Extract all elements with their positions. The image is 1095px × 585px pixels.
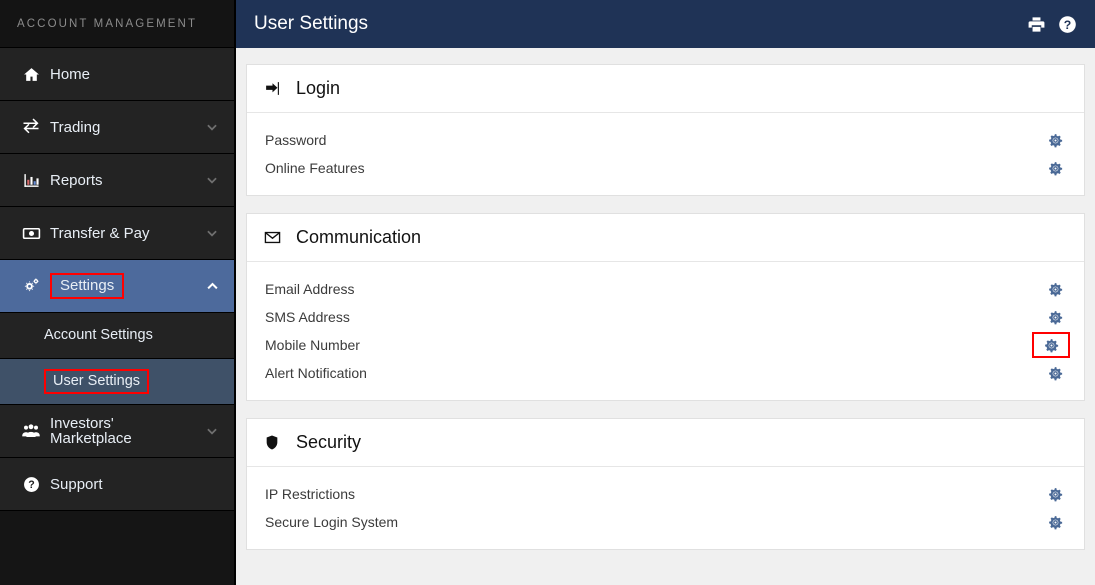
row-label: Online Features	[265, 160, 365, 176]
svg-text:?: ?	[28, 479, 34, 491]
card-title: Security	[296, 432, 362, 452]
sidebar-item-label: Investors' Marketplace	[50, 415, 132, 447]
sidebar-item-investors-marketplace[interactable]: Investors' Marketplace	[0, 405, 234, 458]
sidebar-item-transfer-and-pay[interactable]: Transfer & Pay	[0, 207, 234, 260]
row-label: SMS Address	[265, 309, 350, 325]
exchange-icon	[12, 118, 50, 136]
gear-icon[interactable]	[1040, 487, 1070, 502]
sidebar-item-reports[interactable]: Reports	[0, 154, 234, 207]
sidebar: ACCOUNT MANAGEMENT Home Trading Reports	[0, 0, 236, 585]
banknote-icon	[12, 224, 50, 243]
sidebar-subitem-label: Account Settings	[44, 327, 153, 344]
gear-icon[interactable]	[1040, 133, 1070, 148]
chevron-down-icon[interactable]	[190, 173, 234, 187]
settings-row: Mobile Number	[247, 331, 1084, 359]
question-circle-icon: ?	[12, 476, 50, 493]
sign-in-icon	[264, 80, 290, 97]
card-header: Security	[247, 419, 1084, 467]
settings-row: SMS Address	[247, 303, 1084, 331]
chevron-up-icon[interactable]	[190, 279, 234, 294]
card-title: Communication	[296, 227, 422, 247]
card-body: IP Restrictions Secure Login System	[247, 467, 1084, 549]
chevron-down-icon[interactable]	[190, 424, 234, 438]
main-area: User Settings ? Login Password Online Fe…	[236, 0, 1095, 585]
gear-icon[interactable]	[1040, 366, 1070, 381]
sidebar-item-support[interactable]: ? Support	[0, 458, 234, 511]
sidebar-filler	[0, 511, 234, 585]
chevron-down-icon[interactable]	[190, 120, 234, 134]
settings-row: Online Features	[247, 154, 1084, 182]
app-root: ACCOUNT MANAGEMENT Home Trading Reports	[0, 0, 1095, 585]
topbar-actions: ?	[1027, 15, 1077, 34]
content-area: Login Password Online Features Communica…	[236, 48, 1095, 585]
chevron-down-icon[interactable]	[190, 226, 234, 240]
settings-row: Password	[247, 126, 1084, 154]
row-label: Mobile Number	[265, 337, 360, 353]
row-label: Alert Notification	[265, 365, 367, 381]
row-label: IP Restrictions	[265, 486, 355, 502]
topbar: User Settings ?	[236, 0, 1095, 48]
card-communication: Communication Email Address SMS Address	[246, 213, 1085, 401]
sidebar-subitem-user-settings[interactable]: User Settings	[0, 359, 234, 405]
sidebar-item-home[interactable]: Home	[0, 48, 234, 101]
gear-icon[interactable]	[1040, 282, 1070, 297]
help-question-circle-icon[interactable]: ?	[1058, 15, 1077, 34]
sidebar-item-settings[interactable]: Settings	[0, 260, 234, 313]
bar-chart-icon	[12, 172, 50, 189]
gear-icon[interactable]	[1032, 332, 1070, 358]
printer-icon[interactable]	[1027, 15, 1046, 34]
row-label: Secure Login System	[265, 514, 399, 530]
card-body: Password Online Features	[247, 113, 1084, 195]
gear-icon[interactable]	[1040, 161, 1070, 176]
sidebar-brand: ACCOUNT MANAGEMENT	[0, 0, 234, 48]
card-login: Login Password Online Features	[246, 64, 1085, 196]
envelope-icon	[264, 229, 290, 246]
settings-row: Email Address	[247, 275, 1084, 303]
card-header: Communication	[247, 214, 1084, 262]
gear-icon[interactable]	[1040, 310, 1070, 325]
people-group-icon	[12, 421, 50, 441]
sidebar-item-label: Settings	[50, 273, 125, 299]
svg-text:?: ?	[1064, 17, 1072, 31]
sidebar-item-label: Reports	[50, 171, 103, 189]
sidebar-item-label: Transfer & Pay	[50, 224, 150, 242]
page-title: User Settings	[254, 13, 369, 34]
row-label: Email Address	[265, 281, 355, 297]
sidebar-subitem-label: User Settings	[44, 368, 150, 395]
gear-icon[interactable]	[1040, 515, 1070, 530]
row-label: Password	[265, 132, 327, 148]
card-body: Email Address SMS Address Mobile Number	[247, 262, 1084, 400]
shield-icon	[264, 434, 290, 451]
gears-icon	[12, 277, 50, 296]
sidebar-item-label: Trading	[50, 118, 101, 136]
sidebar-item-trading[interactable]: Trading	[0, 101, 234, 154]
sidebar-item-label: Home	[50, 65, 91, 83]
settings-row: Secure Login System	[247, 508, 1084, 536]
settings-row: IP Restrictions	[247, 480, 1084, 508]
sidebar-subitem-account-settings[interactable]: Account Settings	[0, 313, 234, 359]
settings-row: Alert Notification	[247, 359, 1084, 387]
card-header: Login	[247, 65, 1084, 113]
card-title: Login	[296, 78, 341, 98]
card-security: Security IP Restrictions Secure Login Sy…	[246, 418, 1085, 550]
home-icon	[12, 66, 50, 83]
sidebar-item-label: Support	[50, 475, 103, 493]
